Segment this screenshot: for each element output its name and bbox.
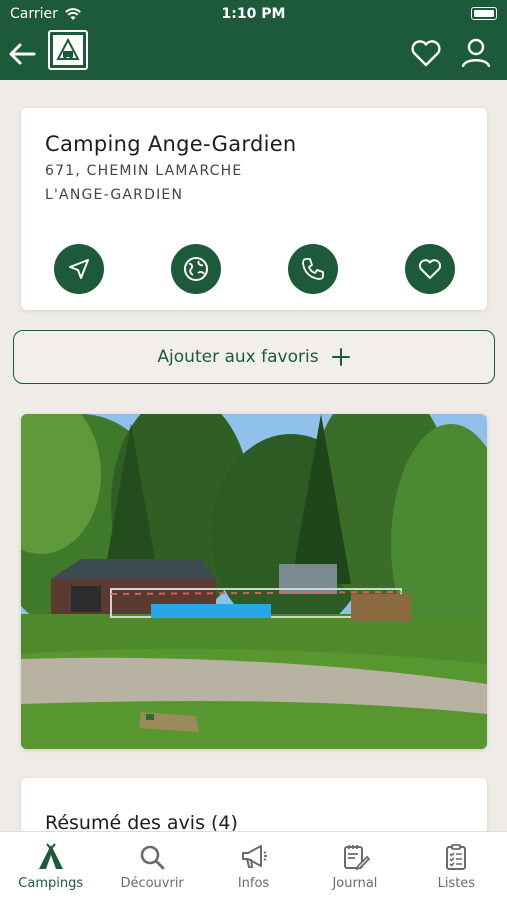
globe-icon <box>184 257 208 281</box>
tab-listes[interactable]: Listes <box>406 832 507 900</box>
tab-listes-label: Listes <box>437 876 476 891</box>
website-button[interactable] <box>171 244 221 294</box>
favorite-button[interactable] <box>405 244 455 294</box>
tent-logo-icon <box>56 37 80 60</box>
add-to-favorites-label: Ajouter aux favoris <box>157 347 319 367</box>
phone-icon <box>302 258 324 280</box>
logo-inner <box>53 35 83 65</box>
tab-campings[interactable]: Campings <box>0 832 101 900</box>
camping-logo[interactable] <box>48 30 88 70</box>
tab-infos[interactable]: Infos <box>203 832 304 900</box>
megaphone-icon <box>241 845 267 868</box>
directions-button[interactable] <box>54 244 104 294</box>
clock: 1:10 PM <box>221 6 286 22</box>
battery-icon <box>471 7 497 20</box>
address-line-1: 671, CHEMIN LAMARCHE <box>45 163 243 179</box>
heart-icon <box>418 259 442 279</box>
tab-bar: Campings Découvrir Infos Journal Listes <box>0 831 507 900</box>
journal-icon <box>343 845 370 871</box>
tab-campings-label: Campings <box>18 876 84 891</box>
tab-infos-label: Infos <box>237 876 270 891</box>
tent-icon <box>38 843 63 869</box>
campground-pool-image <box>21 414 487 749</box>
navigation-arrow-icon <box>69 259 89 279</box>
camping-name: Camping Ange-Gardien <box>45 132 297 156</box>
back-arrow-icon[interactable] <box>6 38 38 70</box>
plus-icon <box>331 348 350 366</box>
tab-decouvrir-label: Découvrir <box>120 876 184 891</box>
add-to-favorites-button[interactable]: Ajouter aux favoris <box>13 330 495 384</box>
action-row <box>21 244 487 294</box>
nav-bar <box>0 28 507 80</box>
status-bar: Carrier 1:10 PM <box>0 0 507 28</box>
checklist-icon <box>446 844 467 870</box>
address-line-2: L'ANGE-GARDIEN <box>45 187 184 203</box>
camping-info-card: Camping Ange-Gardien 671, CHEMIN LAMARCH… <box>21 108 487 310</box>
tab-journal[interactable]: Journal <box>304 832 405 900</box>
search-icon <box>140 845 165 870</box>
tab-decouvrir[interactable]: Découvrir <box>101 832 202 900</box>
camping-photo[interactable] <box>21 414 487 749</box>
heart-icon[interactable] <box>409 36 443 70</box>
tab-journal-label: Journal <box>332 876 378 891</box>
call-button[interactable] <box>288 244 338 294</box>
person-icon[interactable] <box>459 36 493 70</box>
